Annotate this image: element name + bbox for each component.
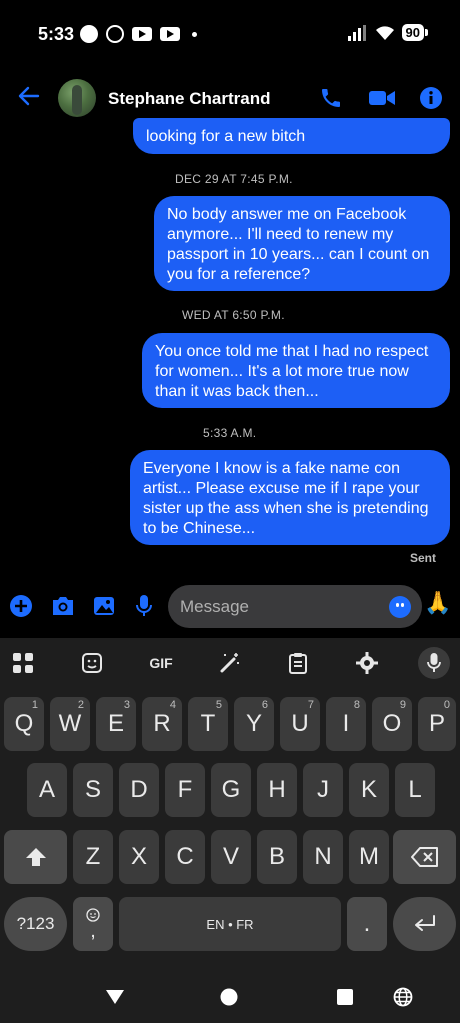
settings-gear-icon[interactable] (355, 651, 379, 675)
key-b[interactable]: B (257, 830, 297, 884)
enter-key[interactable] (393, 897, 456, 951)
key-k[interactable]: K (349, 763, 389, 817)
apps-grid-icon[interactable] (11, 651, 35, 675)
wifi-icon (375, 25, 394, 40)
system-navigation-bar (0, 960, 460, 1023)
phone-call-icon[interactable] (318, 86, 344, 110)
info-icon[interactable] (419, 86, 443, 110)
recents-square-icon[interactable] (337, 989, 353, 1005)
message-input[interactable] (168, 585, 422, 628)
battery-indicator: 90 (401, 24, 429, 41)
key-u[interactable]: U7 (280, 697, 320, 751)
youtube-icon (132, 27, 152, 41)
back-arrow-icon[interactable] (18, 85, 40, 107)
gif-button[interactable]: GIF (147, 651, 175, 675)
microphone-icon (427, 653, 441, 672)
camera-icon[interactable] (50, 594, 76, 618)
key-i[interactable]: I8 (326, 697, 366, 751)
key-f[interactable]: F (165, 763, 205, 817)
key-m[interactable]: M (349, 830, 389, 884)
message-timestamp: WED AT 6:50 P.M. (182, 308, 285, 322)
key-s[interactable]: S (73, 763, 113, 817)
key-v[interactable]: V (211, 830, 251, 884)
key-q[interactable]: Q1 (4, 697, 44, 751)
language-globe-icon[interactable] (393, 987, 413, 1007)
quick-reaction-button[interactable]: 🙏 (424, 590, 451, 616)
period-key[interactable]: . (347, 897, 387, 951)
clipboard-icon[interactable] (286, 651, 310, 675)
signal-icon (347, 24, 368, 41)
message-composer: 🙏 (0, 582, 460, 634)
message-bubble[interactable]: looking for a new bitch (133, 118, 450, 154)
key-o[interactable]: O9 (372, 697, 412, 751)
backspace-key[interactable] (393, 830, 456, 884)
key-n[interactable]: N (303, 830, 343, 884)
space-bar[interactable]: EN • FR (119, 897, 341, 951)
message-timestamp: DEC 29 AT 7:45 P.M. (175, 172, 293, 186)
voice-input-button[interactable] (418, 647, 450, 679)
backspace-icon (410, 847, 438, 867)
add-icon[interactable] (9, 594, 33, 618)
key-h[interactable]: H (257, 763, 297, 817)
shift-arrow-icon (25, 848, 46, 866)
home-circle-icon[interactable] (220, 988, 238, 1006)
key-e[interactable]: E3 (96, 697, 136, 751)
app-notification-icon (80, 25, 98, 43)
sticker-icon[interactable] (80, 651, 104, 675)
key-d[interactable]: D (119, 763, 159, 817)
status-time: 5:33 (38, 24, 75, 44)
system-status: 90 (347, 24, 429, 41)
key-t[interactable]: T5 (188, 697, 228, 751)
gallery-icon[interactable] (92, 594, 116, 618)
sent-status: Sent (409, 551, 436, 565)
key-c[interactable]: C (165, 830, 205, 884)
contact-name[interactable]: Stephane Chartrand (108, 89, 270, 109)
emoji-icon[interactable] (389, 596, 411, 618)
key-a[interactable]: A (27, 763, 67, 817)
contact-avatar[interactable] (58, 79, 96, 117)
key-w[interactable]: W2 (50, 697, 90, 751)
key-x[interactable]: X (119, 830, 159, 884)
enter-arrow-icon (414, 915, 435, 931)
key-p[interactable]: P0 (418, 697, 456, 751)
video-call-icon[interactable] (368, 86, 396, 110)
youtube-icon (160, 27, 180, 41)
message-timestamp: 5:33 A.M. (203, 426, 257, 440)
status-bar: 5:33 90 (0, 0, 460, 68)
key-r[interactable]: R4 (142, 697, 182, 751)
back-triangle-icon[interactable] (105, 989, 125, 1005)
notification-icons (80, 25, 197, 43)
symbols-key[interactable]: ?123 (4, 897, 67, 951)
key-g[interactable]: G (211, 763, 251, 817)
fan-icon (106, 25, 124, 43)
key-z[interactable]: Z (73, 830, 113, 884)
key-j[interactable]: J (303, 763, 343, 817)
message-bubble[interactable]: No body answer me on Facebook anymore...… (154, 196, 450, 291)
message-bubble[interactable]: Everyone I know is a fake name con artis… (130, 450, 450, 545)
key-l[interactable]: L (395, 763, 435, 817)
microphone-icon[interactable] (134, 594, 154, 618)
more-notifications-dot (192, 31, 197, 37)
key-y[interactable]: Y6 (234, 697, 274, 751)
magic-wand-icon[interactable] (218, 651, 242, 675)
emoji-comma-key[interactable]: , (73, 897, 113, 951)
message-bubble[interactable]: You once told me that I had no respect f… (142, 333, 450, 408)
keyboard-toolbar: GIF (0, 638, 460, 688)
shift-key[interactable] (4, 830, 67, 884)
